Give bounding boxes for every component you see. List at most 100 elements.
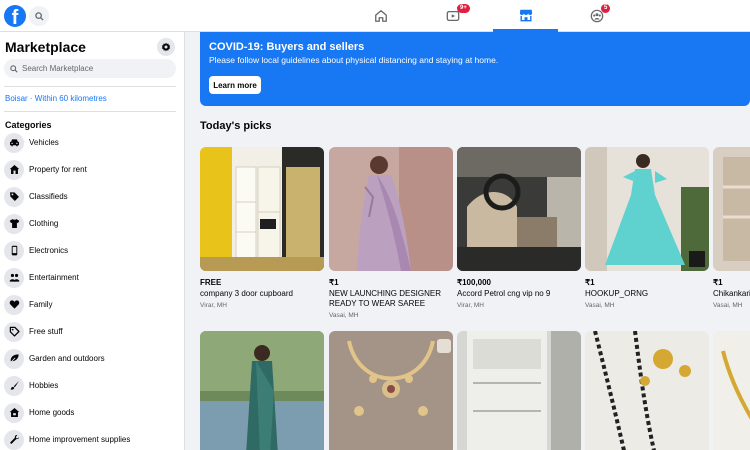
sidebar-item-label: Entertainment <box>29 273 79 282</box>
listing-photo-gown[interactable] <box>585 147 709 271</box>
listing-photo-chikankari[interactable] <box>713 147 750 271</box>
listing-price: ₹1 <box>585 278 595 287</box>
sidebar-item-free-stuff[interactable]: Free stuff <box>0 318 184 345</box>
sidebar-item-garden-and-outdoors[interactable]: Garden and outdoors <box>0 345 184 372</box>
car-icon <box>4 132 24 153</box>
marketplace-icon <box>519 9 532 21</box>
groups-notification-badge: 5 <box>601 4 611 13</box>
sidebar-item-home-improvement-supplies[interactable]: Home improvement supplies <box>0 426 184 450</box>
listing-card[interactable] <box>713 331 750 450</box>
listing-location: Vasai, MH <box>329 312 359 319</box>
listing-card[interactable] <box>585 331 709 450</box>
listing-title: Chikankari <box>713 289 750 298</box>
settings-button[interactable] <box>157 38 175 56</box>
sidebar-item-label: Home improvement supplies <box>29 435 131 444</box>
gear-icon <box>161 42 171 52</box>
listing-title: NEW LAUNCHING DESIGNER READY TO WEAR SAR… <box>329 289 442 308</box>
house-icon <box>4 159 24 180</box>
wrench-icon <box>4 429 24 450</box>
listing-card[interactable]: FREE company 3 door cupboard Virar, MH <box>200 147 324 310</box>
search-icon <box>34 11 44 21</box>
sidebar-item-label: Garden and outdoors <box>29 354 105 363</box>
sidebar-item-vehicles[interactable]: Vehicles <box>0 129 184 156</box>
sidebar-item-label: Property for rent <box>29 165 87 174</box>
sidebar-item-property-for-rent[interactable]: Property for rent <box>0 156 184 183</box>
search-icon <box>10 64 18 73</box>
listing-photo-saree[interactable] <box>329 147 453 271</box>
sidebar-item-home-goods[interactable]: Home goods <box>0 399 184 426</box>
listing-price: FREE <box>200 278 222 287</box>
listing-price: ₹1 <box>329 278 339 287</box>
listing-card[interactable] <box>457 331 581 450</box>
listing-photo-car[interactable] <box>457 147 581 271</box>
listing-card[interactable]: ₹1 NEW LAUNCHING DESIGNER READY TO WEAR … <box>329 147 453 320</box>
facebook-logo[interactable]: f <box>4 5 26 27</box>
sidebar-title: Marketplace <box>5 39 86 55</box>
covid-info-banner: COVID-19: Buyers and sellers Please foll… <box>200 32 750 106</box>
shirt-icon <box>4 213 24 234</box>
tab-home[interactable] <box>349 0 413 32</box>
tag-icon <box>4 186 24 207</box>
todays-picks-heading: Today's picks <box>200 120 272 132</box>
sidebar-item-label: Clothing <box>29 219 59 228</box>
price-tag-icon <box>4 321 24 342</box>
listing-photo[interactable] <box>713 331 750 450</box>
listing-card[interactable]: ₹100,000 Accord Petrol cng vip no 9 Vira… <box>457 147 581 310</box>
tab-watch[interactable]: 9+ <box>421 0 485 32</box>
listing-location: Virar, MH <box>200 302 227 309</box>
top-navigation-bar: f 9+ 5 <box>0 0 750 32</box>
listing-location: Virar, MH <box>457 302 484 309</box>
listing-location: Vasai, MH <box>713 302 743 309</box>
listing-card[interactable]: ₹1 Chikankari Vasai, MH <box>713 147 750 310</box>
brush-icon <box>4 375 24 396</box>
learn-more-button[interactable]: Learn more <box>209 76 261 94</box>
leaf-icon <box>4 348 24 369</box>
listing-price: ₹100,000 <box>457 278 492 287</box>
home-goods-icon <box>4 402 24 423</box>
listing-photo[interactable] <box>200 331 324 450</box>
listing-location: Vasai, MH <box>585 302 615 309</box>
heart-icon <box>4 294 24 315</box>
marketplace-sidebar: Marketplace Boisar · Within 60 kilometre… <box>0 32 185 450</box>
listing-photo[interactable] <box>585 331 709 450</box>
search-button[interactable] <box>29 6 49 26</box>
listing-card[interactable] <box>200 331 324 450</box>
sidebar-item-clothing[interactable]: Clothing <box>0 210 184 237</box>
tab-marketplace[interactable] <box>493 0 558 32</box>
sidebar-divider <box>4 111 176 112</box>
home-icon <box>375 10 387 22</box>
category-list: Vehicles Property for rent Classifieds C… <box>0 129 184 450</box>
sidebar-item-label: Free stuff <box>29 327 63 336</box>
sidebar-divider <box>4 86 176 87</box>
watch-notification-badge: 9+ <box>457 4 470 13</box>
sidebar-item-label: Electronics <box>29 246 69 255</box>
listing-title: Accord Petrol cng vip no 9 <box>457 289 551 298</box>
marketplace-search-input[interactable] <box>22 64 162 73</box>
sidebar-item-entertainment[interactable]: Entertainment <box>0 264 184 291</box>
listing-price: ₹1 <box>713 278 723 287</box>
banner-title: COVID-19: Buyers and sellers <box>209 41 365 53</box>
listing-card[interactable] <box>329 331 453 450</box>
sidebar-item-label: Classifieds <box>29 192 68 201</box>
phone-icon <box>4 240 24 261</box>
listing-photo[interactable] <box>329 331 453 450</box>
marketplace-feed: COVID-19: Buyers and sellers Please foll… <box>185 32 750 450</box>
listing-card[interactable]: ₹1 HOOKUP_ORNG Vasai, MH <box>585 147 709 310</box>
sidebar-item-label: Home goods <box>29 408 75 417</box>
listing-photo[interactable] <box>457 331 581 450</box>
listing-title: HOOKUP_ORNG <box>585 289 649 298</box>
location-filter-link[interactable]: Boisar · Within 60 kilometres <box>5 94 107 103</box>
sidebar-item-electronics[interactable]: Electronics <box>0 237 184 264</box>
banner-text: Please follow local guidelines about phy… <box>209 55 499 65</box>
sidebar-item-label: Vehicles <box>29 138 59 147</box>
sidebar-item-label: Hobbies <box>29 381 59 390</box>
marketplace-search-field[interactable] <box>4 59 176 78</box>
people-icon <box>4 267 24 288</box>
sidebar-item-classifieds[interactable]: Classifieds <box>0 183 184 210</box>
sidebar-item-hobbies[interactable]: Hobbies <box>0 372 184 399</box>
tab-groups[interactable]: 5 <box>565 0 629 32</box>
listing-photo-cupboard[interactable] <box>200 147 324 271</box>
sidebar-item-family[interactable]: Family <box>0 291 184 318</box>
listing-title: company 3 door cupboard <box>200 289 293 298</box>
sidebar-item-label: Family <box>29 300 53 309</box>
